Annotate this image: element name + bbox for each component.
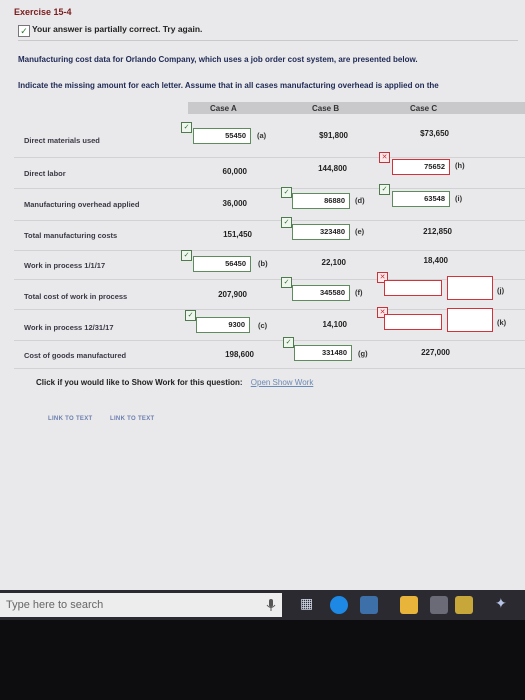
letter-a: (a)	[257, 131, 267, 140]
open-show-work-link[interactable]: Open Show Work	[251, 378, 314, 387]
col-header-case-b: Case B	[312, 104, 340, 113]
dropbox-icon[interactable]: ✦	[495, 595, 507, 612]
col-header-case-a: Case A	[210, 104, 237, 113]
link-to-text-button-2[interactable]: LINK TO TEXT	[110, 416, 155, 426]
correct-check-icon: ✓	[281, 187, 292, 198]
status-bar: ✓ Your answer is partially correct. Try …	[18, 24, 518, 41]
input-a-direct-materials[interactable]: 55450	[193, 128, 251, 144]
file-explorer-icon[interactable]	[360, 596, 378, 614]
folder-icon[interactable]	[400, 596, 418, 614]
store-icon[interactable]	[430, 596, 448, 614]
partial-check-icon: ✓	[18, 25, 30, 37]
status-message: Your answer is partially correct. Try ag…	[32, 24, 203, 34]
row-divider	[14, 340, 525, 341]
letter-d: (d)	[355, 196, 365, 205]
input-b-total-wip[interactable]: 345580	[292, 285, 350, 301]
value-a-direct-labor: 60,000	[222, 167, 247, 176]
input-b-total-manufacturing[interactable]: 323480	[292, 224, 350, 240]
row-divider	[14, 250, 525, 251]
value-b-direct-materials: $91,800	[319, 131, 348, 140]
table-header-bar	[188, 102, 525, 114]
edge-browser-icon[interactable]	[330, 596, 348, 614]
correct-check-icon: ✓	[379, 184, 390, 195]
link-to-text-button-1[interactable]: LINK TO TEXT	[48, 416, 93, 426]
row-divider	[14, 220, 525, 221]
exercise-title: Exercise 15-4	[14, 7, 72, 17]
letter-k: (k)	[497, 318, 507, 327]
letter-i: (i)	[455, 194, 463, 203]
col-header-case-c: Case C	[410, 104, 438, 113]
letter-e: (e)	[355, 227, 365, 236]
browser-viewport: Exercise 15-4 ✓ Your answer is partially…	[0, 0, 525, 590]
value-a-cogm: 198,600	[225, 350, 254, 359]
answer-box-j[interactable]	[447, 276, 493, 300]
show-work-row: Click if you would like to Show Work for…	[36, 378, 313, 387]
letter-b: (b)	[258, 259, 268, 268]
value-b-wip-ending: 14,100	[322, 320, 347, 329]
show-work-prompt: Click if you would like to Show Work for…	[36, 378, 243, 387]
value-b-direct-labor: 144,800	[318, 164, 347, 173]
answer-box-k[interactable]	[447, 308, 493, 332]
task-view-icon[interactable]: ▦	[300, 595, 313, 612]
letter-h: (h)	[455, 161, 465, 170]
letter-f: (f)	[355, 288, 363, 297]
input-c-overhead[interactable]: 63548	[392, 191, 450, 207]
intro-line-2: Indicate the missing amount for each let…	[18, 81, 439, 90]
value-c-cogm: 227,000	[421, 348, 450, 357]
input-b-cogm[interactable]: 331480	[294, 345, 352, 361]
row-label-overhead: Manufacturing overhead applied	[24, 200, 140, 209]
correct-check-icon: ✓	[281, 217, 292, 228]
row-label-wip-ending: Work in process 12/31/17	[24, 323, 114, 332]
row-divider	[14, 157, 525, 158]
correct-check-icon: ✓	[181, 122, 192, 133]
input-a-wip-ending[interactable]: 9300	[196, 317, 250, 333]
value-a-overhead: 36,000	[222, 199, 247, 208]
windows-taskbar: Type here to search ▦ ✦	[0, 590, 525, 620]
correct-check-icon: ✓	[185, 310, 196, 321]
row-label-total-manufacturing: Total manufacturing costs	[24, 231, 118, 240]
letter-j: (j)	[497, 286, 505, 295]
correct-check-icon: ✓	[283, 337, 294, 348]
row-label-wip-beginning: Work in process 1/1/17	[24, 261, 106, 270]
input-c-total-wip[interactable]	[384, 280, 442, 296]
input-b-overhead[interactable]: 86880	[292, 193, 350, 209]
input-c-direct-labor[interactable]: 75652	[392, 159, 450, 175]
row-divider	[14, 188, 525, 189]
value-c-wip-beginning: 18,400	[423, 256, 448, 265]
letter-c: (c)	[258, 321, 268, 330]
value-a-total-wip: 207,900	[218, 290, 247, 299]
row-label-direct-labor: Direct labor	[24, 169, 66, 178]
incorrect-x-icon: ✕	[379, 152, 390, 163]
row-label-direct-materials: Direct materials used	[24, 136, 100, 145]
intro-line-1: Manufacturing cost data for Orlando Comp…	[18, 55, 418, 64]
value-a-total-manufacturing: 151,450	[223, 230, 252, 239]
input-c-wip-ending[interactable]	[384, 314, 442, 330]
value-b-wip-beginning: 22,100	[321, 258, 346, 267]
row-label-cogm: Cost of goods manufactured	[24, 351, 127, 360]
row-label-total-wip: Total cost of work in process	[24, 292, 128, 301]
input-a-wip-beginning[interactable]: 56450	[193, 256, 251, 272]
row-divider	[14, 368, 525, 369]
microphone-icon[interactable]	[266, 598, 276, 612]
value-c-total-manufacturing: 212,850	[423, 227, 452, 236]
letter-g: (g)	[358, 349, 368, 358]
app-icon[interactable]	[455, 596, 473, 614]
value-c-direct-materials: $73,650	[420, 129, 449, 138]
taskbar-search-box[interactable]: Type here to search	[0, 593, 282, 617]
taskbar-search-placeholder: Type here to search	[6, 599, 104, 611]
correct-check-icon: ✓	[281, 277, 292, 288]
correct-check-icon: ✓	[181, 250, 192, 261]
